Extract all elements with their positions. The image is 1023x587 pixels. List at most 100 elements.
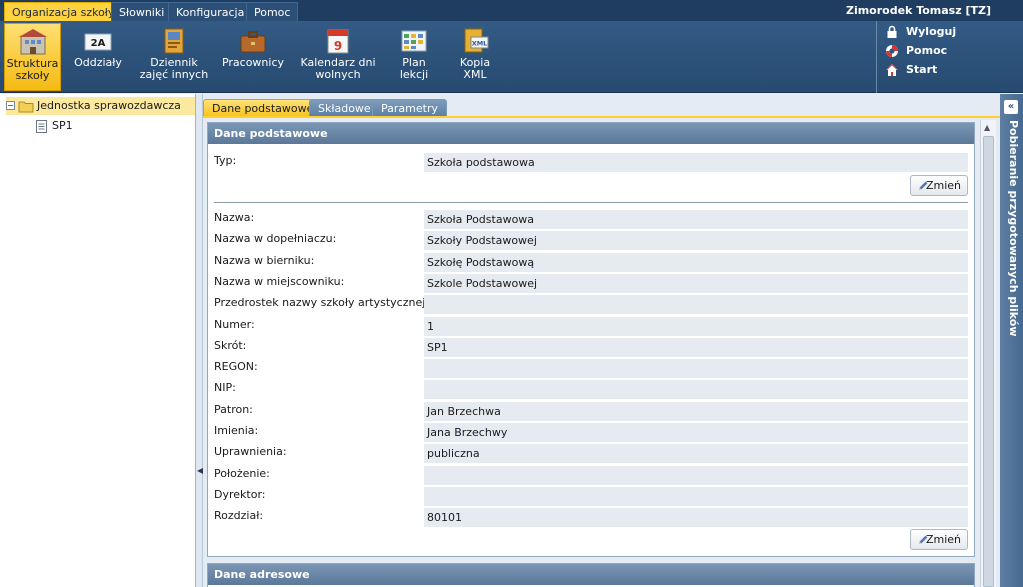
toolbar-label: Plan lekcji (399, 56, 429, 81)
field-label: Imienia: (214, 424, 259, 437)
svg-text:XML: XML (472, 40, 488, 48)
folder-icon (18, 101, 34, 113)
field-value (424, 487, 968, 506)
field-value: 80101 (424, 508, 968, 527)
menu-tab-pomoc[interactable]: Pomoc (246, 2, 299, 21)
toolbar-plan-lekcji[interactable]: Plan lekcji (393, 23, 435, 91)
tree-node-label: Jednostka sprawozdawcza (37, 99, 181, 112)
field-value: Jana Brzechwy (424, 423, 968, 442)
field-label: Nazwa w miejscowniku: (214, 275, 345, 288)
field-label: Nazwa w dopełniaczu: (214, 232, 337, 245)
field-label: Położenie: (214, 467, 270, 480)
svg-text:9: 9 (334, 39, 342, 53)
scrollbar-thumb[interactable] (983, 136, 994, 587)
field-label: Uprawnienia: (214, 445, 287, 458)
field-value: Szkole Podstawowej (424, 274, 968, 293)
panel-header: Dane adresowe (208, 564, 974, 585)
menu-tab-slowniki[interactable]: Słowniki (111, 2, 173, 21)
field-label: Patron: (214, 403, 253, 416)
field-value: Szkoły Podstawowej (424, 231, 968, 250)
link-label: Pomoc (906, 44, 948, 57)
toolbar-kopia-xml[interactable]: XML Kopia XML (454, 23, 496, 91)
main-content: Dane podstawowe Składowe Parametry Dane … (203, 94, 1000, 587)
user-name: Zimorodek Tomasz [TZ] (845, 4, 991, 17)
field-value: Szkołę Podstawową (424, 253, 968, 272)
tree-node-label: SP1 (52, 119, 73, 132)
field-value: Szkoła Podstawowa (424, 210, 968, 229)
collapse-toggle-icon[interactable]: − (6, 101, 15, 110)
field-label-typ: Typ: (214, 154, 237, 167)
toolbar-struktura-szkoly[interactable]: Struktura szkoły (4, 23, 61, 91)
panel-dane-adresowe: Dane adresowe (207, 563, 975, 587)
field-value: Jan Brzechwa (424, 402, 968, 421)
field-value (424, 295, 968, 314)
menu-tab-konfiguracja[interactable]: Konfiguracja (168, 2, 253, 21)
button-label: Zmień (925, 179, 961, 192)
quick-links: Wyloguj Pomoc Start (876, 21, 1023, 93)
field-label: Nazwa w bierniku: (214, 254, 315, 267)
calendar-icon: 9 (327, 29, 349, 54)
field-label: Dyrektor: (214, 488, 266, 501)
button-label: Zmień (925, 533, 961, 546)
lock-icon (887, 25, 897, 38)
main-toolbar: Struktura szkoły 2A Oddziały Dziennik za… (0, 21, 1023, 93)
field-value: publiczna (424, 444, 968, 463)
tree-node-sp1[interactable]: SP1 (34, 117, 154, 135)
toolbar-label: Oddziały (74, 56, 122, 69)
side-panel-downloads[interactable]: « Pobieranie przygotowanych plików (1000, 94, 1023, 587)
menu-tab-organizacja[interactable]: Organizacja szkoły (4, 2, 123, 21)
field-value (424, 466, 968, 485)
field-value-typ: Szkoła podstawowa (424, 153, 968, 172)
pencil-icon (919, 535, 928, 544)
xml-file-icon: XML (464, 28, 489, 53)
journal-icon (164, 28, 184, 54)
field-value (424, 380, 968, 399)
link-label: Start (906, 63, 938, 76)
lifebuoy-icon (886, 45, 898, 57)
home-icon (886, 64, 898, 76)
document-icon (36, 120, 47, 133)
toolbar-kalendarz[interactable]: 9 Kalendarz dni wolnych (298, 23, 378, 91)
field-label: NIP: (214, 381, 236, 394)
field-label: Skrót: (214, 339, 247, 352)
toolbar-label: Kalendarz dni wolnych (300, 56, 376, 81)
tree-node-jednostka[interactable]: − Jednostka sprawozdawcza (6, 97, 195, 115)
scroll-up-icon[interactable]: ▲ (984, 123, 990, 132)
toolbar-label: Pracownicy (221, 56, 285, 69)
panel-dane-podstawowe: Dane podstawowe Typ: Szkoła podstawowa Z… (207, 122, 975, 557)
main-scrollbar[interactable]: ▲ (980, 120, 996, 587)
tab-strip-line (203, 116, 1000, 118)
field-label: REGON: (214, 360, 258, 373)
briefcase-icon (240, 31, 266, 53)
tab-parametry[interactable]: Parametry (372, 99, 447, 117)
expand-panel-icon[interactable]: « (1004, 100, 1018, 114)
change-details-button[interactable]: Zmień (910, 529, 968, 550)
org-tree: − Jednostka sprawozdawcza SP1 (0, 94, 196, 587)
toolbar-dziennik[interactable]: Dziennik zajęć innych (138, 23, 210, 91)
field-label: Numer: (214, 318, 255, 331)
toolbar-oddzialy[interactable]: 2A Oddziały (70, 23, 126, 91)
field-value: SP1 (424, 338, 968, 357)
link-label: Wyloguj (906, 25, 957, 38)
svg-text:2A: 2A (91, 38, 106, 49)
field-label: Rozdział: (214, 509, 264, 522)
field-label: Przedrostek nazwy szkoły artystycznej: (214, 296, 429, 309)
toolbar-label: Dziennik zajęć innych (139, 56, 209, 81)
tab-skladowe[interactable]: Składowe (309, 99, 380, 117)
school-structure-icon (18, 29, 47, 55)
side-panel-title: Pobieranie przygotowanych plików (1007, 120, 1020, 337)
tab-dane-podstawowe[interactable]: Dane podstawowe (203, 99, 323, 117)
panel-splitter[interactable]: ◀ (196, 94, 203, 587)
timetable-icon (401, 30, 427, 52)
field-value: 1 (424, 317, 968, 336)
change-type-button[interactable]: Zmień (910, 175, 968, 196)
pencil-icon (919, 181, 928, 190)
field-value (424, 359, 968, 378)
field-label: Nazwa: (214, 211, 255, 224)
toolbar-pracownicy[interactable]: Pracownicy (219, 23, 287, 91)
toolbar-label: Kopia XML (459, 56, 491, 81)
panel-header: Dane podstawowe (208, 123, 974, 144)
section-divider (214, 202, 968, 203)
class-2a-icon: 2A (84, 33, 112, 51)
toolbar-label: Struktura szkoły (6, 57, 59, 82)
